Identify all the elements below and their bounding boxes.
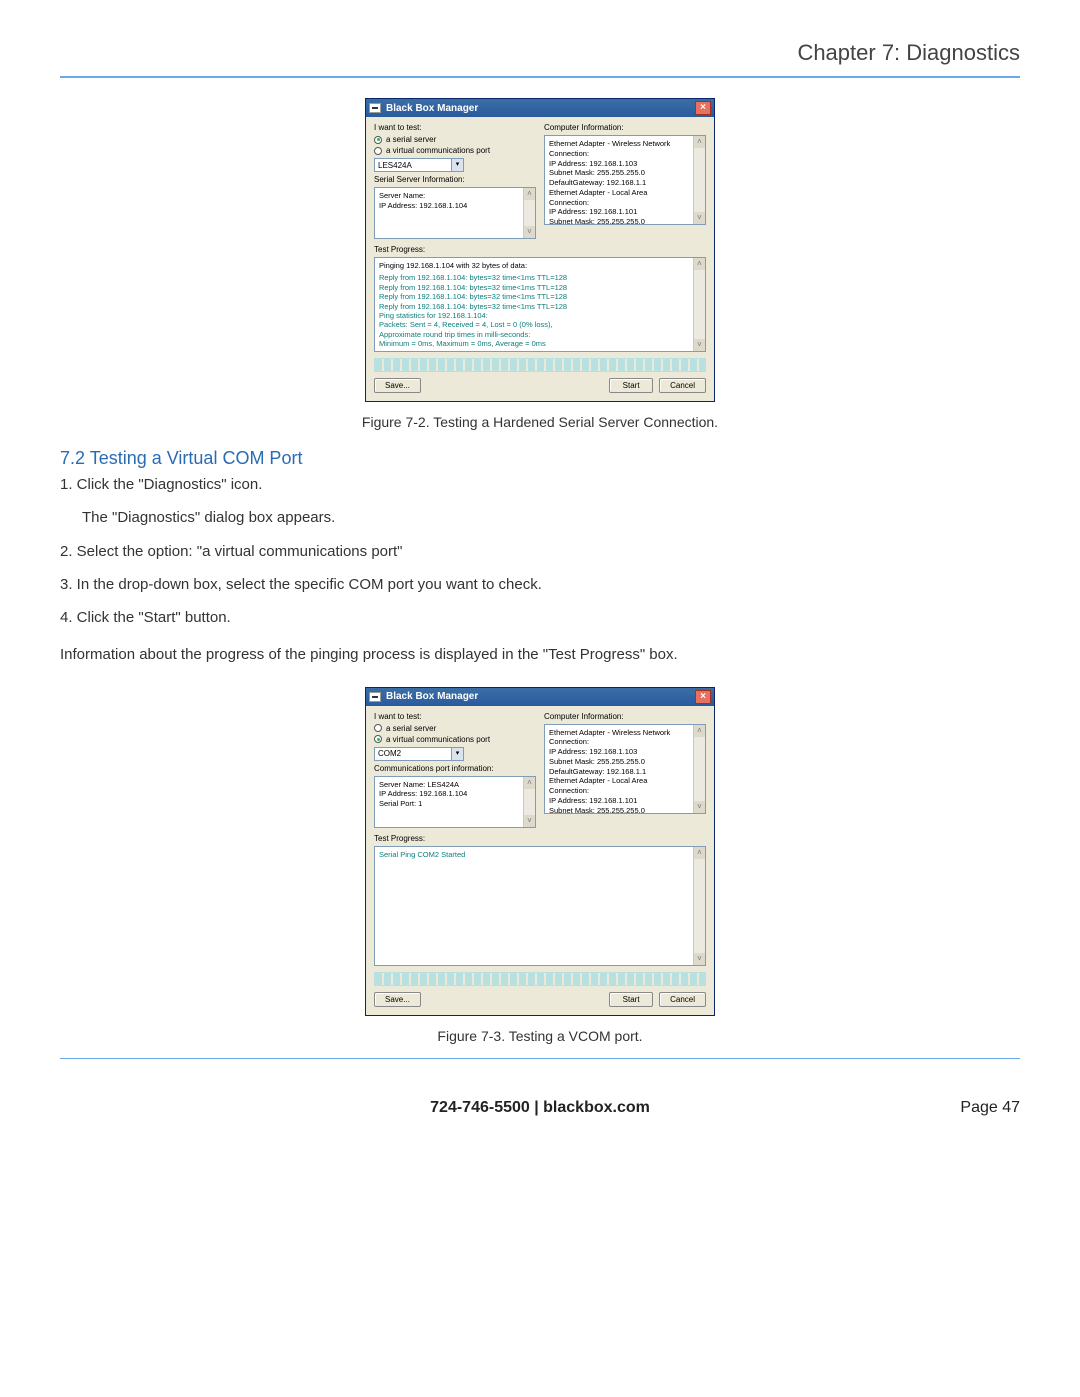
footer-site: blackbox.com: [543, 1099, 650, 1116]
footer-rule: [60, 1058, 1020, 1059]
test-progress-label: Test Progress:: [374, 245, 706, 254]
computer-info-label: Computer Information:: [544, 712, 706, 721]
combo-value: COM2: [378, 749, 401, 758]
start-button[interactable]: Start: [609, 992, 653, 1007]
computer-info-text: Ethernet Adapter - Wireless Network Conn…: [549, 139, 701, 225]
radio-label: a virtual communications port: [386, 735, 490, 744]
radio-virtual-comm[interactable]: a virtual communications port: [374, 146, 536, 155]
radio-dot-icon: [374, 735, 382, 743]
diagnostics-dialog-2: Black Box Manager × I want to test: a se…: [365, 687, 715, 1016]
device-select[interactable]: LES424A ▾: [374, 158, 464, 172]
computer-info-box: Ethernet Adapter - Wireless Network Conn…: [544, 135, 706, 225]
server-info-text: Server Name: LES424A IP Address: 192.168…: [379, 780, 531, 809]
step-1b: The "Diagnostics" dialog box appears.: [82, 506, 1020, 529]
ping-header: Pinging 192.168.1.104 with 32 bytes of d…: [379, 261, 701, 270]
header-rule: [60, 76, 1020, 78]
close-icon[interactable]: ×: [695, 690, 711, 704]
cancel-button[interactable]: Cancel: [659, 378, 706, 393]
radio-label: a serial server: [386, 724, 436, 733]
info-paragraph: Information about the progress of the pi…: [60, 643, 1020, 666]
scrollbar[interactable]: ˄˅: [693, 258, 705, 351]
progress-bar: [374, 972, 706, 986]
scrollbar[interactable]: ˄˅: [523, 188, 535, 238]
server-info-text: Server Name: IP Address: 192.168.1.104: [379, 191, 531, 211]
step-1: 1. Click the "Diagnostics" icon.: [60, 473, 1020, 496]
serial-server-info-box: Server Name: IP Address: 192.168.1.104 ˄…: [374, 187, 536, 239]
dialog-title: Black Box Manager: [386, 103, 695, 114]
computer-info-text: Ethernet Adapter - Wireless Network Conn…: [549, 728, 701, 814]
figure-7-2-caption: Figure 7-2. Testing a Hardened Serial Se…: [60, 414, 1020, 430]
radio-dot-icon: [374, 136, 382, 144]
radio-serial-server[interactable]: a serial server: [374, 724, 536, 733]
scrollbar[interactable]: ˄˅: [523, 777, 535, 827]
dialog-titlebar: Black Box Manager ×: [366, 688, 714, 706]
progress-bar: [374, 358, 706, 372]
chevron-down-icon: ▾: [451, 748, 463, 760]
cancel-button[interactable]: Cancel: [659, 992, 706, 1007]
dialog-title: Black Box Manager: [386, 691, 695, 702]
chevron-down-icon: ▾: [451, 159, 463, 171]
radio-serial-server[interactable]: a serial server: [374, 135, 536, 144]
save-button[interactable]: Save...: [374, 378, 421, 393]
computer-info-box: Ethernet Adapter - Wireless Network Conn…: [544, 724, 706, 814]
radio-label: a serial server: [386, 135, 436, 144]
i-want-to-test-label: I want to test:: [374, 123, 536, 132]
close-icon[interactable]: ×: [695, 101, 711, 115]
start-button[interactable]: Start: [609, 378, 653, 393]
footer-phone: 724-746-5500: [430, 1099, 530, 1116]
test-progress-label: Test Progress:: [374, 834, 706, 843]
figure-7-2: Black Box Manager × I want to test: a se…: [60, 98, 1020, 402]
comm-port-info-label: Communications port information:: [374, 764, 536, 773]
radio-virtual-comm[interactable]: a virtual communications port: [374, 735, 536, 744]
window-icon: [369, 103, 381, 113]
scrollbar[interactable]: ˄˅: [693, 847, 705, 965]
diagnostics-dialog-1: Black Box Manager × I want to test: a se…: [365, 98, 715, 402]
page-number: Page 47: [900, 1099, 1020, 1117]
radio-dot-icon: [374, 147, 382, 155]
save-button[interactable]: Save...: [374, 992, 421, 1007]
footer-sep: |: [530, 1099, 543, 1116]
window-icon: [369, 692, 381, 702]
serial-server-info-label: Serial Server Information:: [374, 175, 536, 184]
step-3: 3. In the drop-down box, select the spec…: [60, 573, 1020, 596]
combo-value: LES424A: [378, 161, 412, 170]
dialog-titlebar: Black Box Manager ×: [366, 99, 714, 117]
figure-7-3-caption: Figure 7-3. Testing a VCOM port.: [60, 1028, 1020, 1044]
chapter-header: Chapter 7: Diagnostics: [60, 40, 1020, 76]
i-want-to-test-label: I want to test:: [374, 712, 536, 721]
comm-port-info-box: Server Name: LES424A IP Address: 192.168…: [374, 776, 536, 828]
test-progress-box: Pinging 192.168.1.104 with 32 bytes of d…: [374, 257, 706, 352]
computer-info-label: Computer Information:: [544, 123, 706, 132]
com-port-select[interactable]: COM2 ▾: [374, 747, 464, 761]
section-heading-7-2: 7.2 Testing a Virtual COM Port: [60, 448, 1020, 469]
test-progress-box: Serial Ping COM2 Started ˄˅: [374, 846, 706, 966]
figure-7-3: Black Box Manager × I want to test: a se…: [60, 687, 1020, 1016]
scrollbar[interactable]: ˄˅: [693, 136, 705, 224]
scrollbar[interactable]: ˄˅: [693, 725, 705, 813]
radio-label: a virtual communications port: [386, 146, 490, 155]
step-4: 4. Click the "Start" button.: [60, 606, 1020, 629]
radio-dot-icon: [374, 724, 382, 732]
page-footer: 724-746-5500 | blackbox.com Page 47: [0, 1089, 1080, 1137]
step-2: 2. Select the option: "a virtual communi…: [60, 540, 1020, 563]
